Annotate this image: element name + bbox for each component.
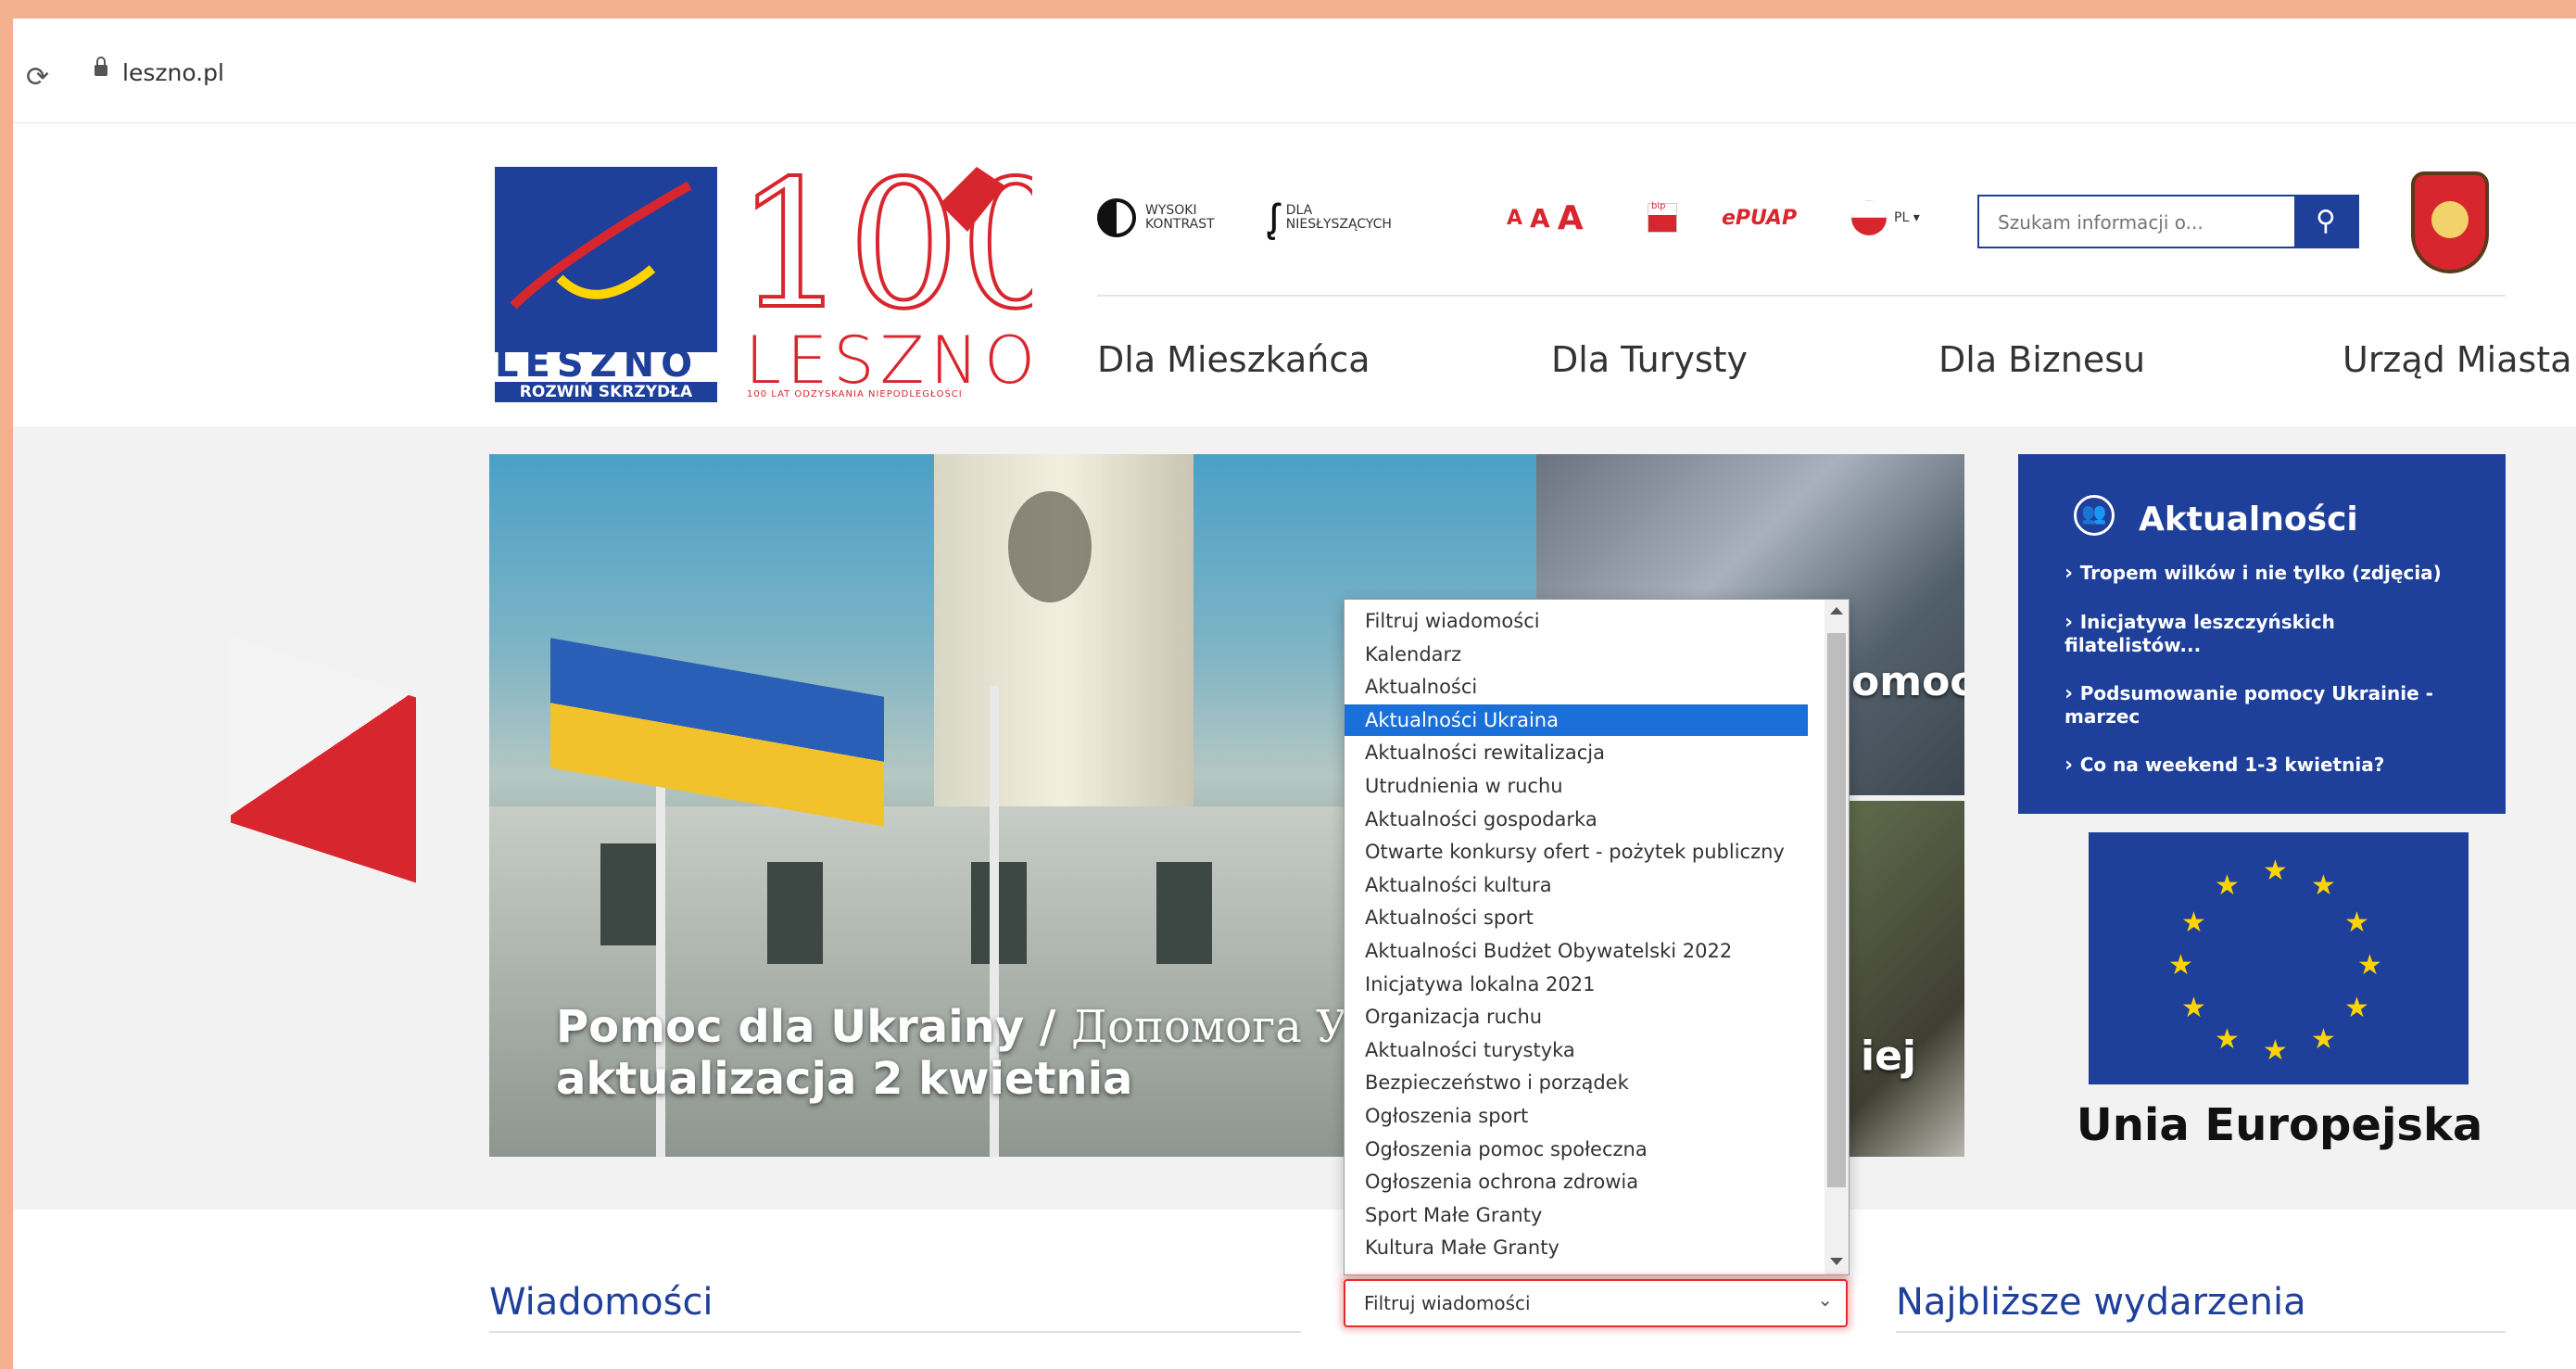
chevron-down-icon: ⌄ xyxy=(1817,1288,1833,1311)
font-size-large-button[interactable]: A xyxy=(1558,199,1584,237)
filter-option[interactable]: Aktualności rewitalizacja xyxy=(1345,737,1808,768)
filter-select[interactable]: Filtruj wiadomości ⌄ xyxy=(1344,1279,1848,1327)
epuap-link[interactable]: ePUAP xyxy=(1722,190,1797,246)
filter-dropdown-list[interactable]: Filtruj wiadomości Kalendarz Aktualności Ak… xyxy=(1344,599,1850,1275)
news-section-title: Wiadomości xyxy=(489,1281,713,1324)
leszno-100-subtitle: 100 LAT ODZYSKANIA NIEPODLEGŁOŚCI xyxy=(747,389,963,399)
search-input[interactable] xyxy=(1979,196,2315,248)
high-contrast-toggle[interactable]: WYSOKI KONTRAST xyxy=(1097,190,1215,246)
filter-option[interactable]: Aktualności Budżet Obywatelski 2022 xyxy=(1345,935,1808,967)
filter-option[interactable]: Otwarte konkursy ofert - pożytek publicz… xyxy=(1345,836,1808,868)
news-item[interactable]: Podsumowanie pomocy Ukrainie - marzec xyxy=(2065,682,2472,728)
filter-option[interactable]: Organizacja ruchu xyxy=(1345,1001,1808,1033)
nav-dla-turysty[interactable]: Dla Turysty xyxy=(1551,339,1748,380)
news-box-title[interactable]: Aktualności xyxy=(2139,501,2358,539)
deaf-line2: NIESŁYSZĄCYCH xyxy=(1285,217,1392,232)
eu-label: Unia Europejska xyxy=(2076,1099,2483,1151)
news-item[interactable]: Tropem wilków i nie tylko (zdjęcia) xyxy=(2065,562,2472,585)
nav-dla-biznesu[interactable]: Dla Biznesu xyxy=(1938,339,2145,380)
url-text[interactable]: leszno.pl xyxy=(122,59,224,86)
reload-icon[interactable]: ⟳ xyxy=(26,61,49,94)
scroll-thumb[interactable] xyxy=(1827,633,1846,1187)
news-list: Tropem wilków i nie tylko (zdjęcia) Inic… xyxy=(2065,562,2472,803)
news-item[interactable]: Inicjatywa leszczyńskich filatelistów... xyxy=(2065,611,2472,656)
filter-option[interactable]: Aktualności Ukraina xyxy=(1345,704,1808,736)
epuap-label: ePUAP xyxy=(1722,206,1798,230)
bip-link[interactable]: bip xyxy=(1648,190,1677,246)
contrast-line1: WYSOKI xyxy=(1145,203,1197,218)
news-item[interactable]: Co na weekend 1-3 kwietnia? xyxy=(2065,754,2472,777)
people-icon: 👥 xyxy=(2074,495,2115,536)
filter-option[interactable]: Aktualności gospodarka xyxy=(1345,804,1808,835)
leszno-100-logo[interactable]: 100 LESZNO 100 LAT ODZYSKANIA NIEPODLEGŁ… xyxy=(734,141,1074,399)
filter-option[interactable]: Aktualności kultura xyxy=(1345,869,1808,901)
address-bar[interactable]: ⟳ leszno.pl xyxy=(13,19,2576,123)
leszno-100-word: LESZNO xyxy=(745,323,1042,399)
filter-option[interactable]: Aktualności sport xyxy=(1345,902,1808,933)
filter-option[interactable]: Utrudnienia w ruchu xyxy=(1345,770,1808,802)
deaf-line1: DLA xyxy=(1285,203,1313,218)
poland-flag-icon xyxy=(1851,200,1887,235)
events-section-title: Najbliższe wydarzenia xyxy=(1896,1281,2306,1324)
deaf-access-link[interactable]: ᶘ DLA NIESŁYSZĄCYCH xyxy=(1269,190,1392,246)
filter-option[interactable]: Aktualności turystyka xyxy=(1345,1034,1808,1066)
filter-option[interactable]: Filtruj wiadomości xyxy=(1345,605,1808,637)
filter-option[interactable]: Kultura Małe Granty xyxy=(1345,1232,1808,1263)
contrast-line2: KONTRAST xyxy=(1145,217,1215,232)
leszno-logo-tagline: ROZWIŃ SKRZYDŁA xyxy=(495,382,717,402)
filter-option[interactable]: Bezpieczeństwo i porządek xyxy=(1345,1067,1808,1098)
filter-option[interactable]: Sport Małe Granty xyxy=(1345,1199,1808,1231)
language-selector[interactable]: PL ▾ xyxy=(1851,190,1920,246)
eu-flag-icon[interactable]: ★ ★ ★ ★ ★ ★ ★ ★ ★ ★ ★ ★ xyxy=(2089,832,2469,1084)
leszno-logo-emblem xyxy=(495,167,717,352)
filter-option[interactable]: Ogłoszenia ochrona zdrowia xyxy=(1345,1166,1808,1198)
hero-title-line2: aktualizacja 2 kwietnia xyxy=(556,1053,1133,1105)
coat-of-arms-icon[interactable] xyxy=(2411,171,2489,273)
featured-tile-1-title: omocy xyxy=(1851,658,1964,705)
search-form: ⚲ xyxy=(1977,195,2359,248)
bip-label: bip xyxy=(1651,201,1666,211)
search-button[interactable]: ⚲ xyxy=(2294,196,2357,247)
bip-icon: bip xyxy=(1648,201,1677,233)
scroll-up-icon[interactable] xyxy=(1830,607,1843,615)
font-size-small-button[interactable]: A xyxy=(1507,207,1522,230)
contrast-icon xyxy=(1097,198,1136,237)
font-size-controls: A A A xyxy=(1507,190,1584,246)
anniversary-100-icon: 100 xyxy=(734,141,1074,349)
scroll-down-icon[interactable] xyxy=(1830,1258,1843,1265)
hero-title-latin: Pomoc dla Ukrainy / xyxy=(556,1001,1072,1053)
filter-option[interactable]: Kalendarz xyxy=(1345,639,1808,670)
dropdown-scrollbar[interactable] xyxy=(1825,600,1849,1274)
font-size-medium-button[interactable]: A xyxy=(1530,203,1550,234)
news-box: 👥 Aktualności Tropem wilków i nie tylko … xyxy=(2018,454,2506,814)
nav-urzad-miasta[interactable]: Urząd Miasta xyxy=(2342,339,2571,380)
filter-option[interactable]: Aktualności xyxy=(1345,671,1808,703)
filter-option[interactable]: Inicjatywa lokalna 2021 xyxy=(1345,969,1808,1000)
language-label: PL ▾ xyxy=(1894,210,1920,225)
clock-image xyxy=(1008,491,1092,602)
leszno-logo[interactable]: LESZNO ROZWIŃ SKRZYDŁA xyxy=(495,148,717,402)
ear-icon: ᶘ xyxy=(1269,194,1279,242)
search-icon: ⚲ xyxy=(2316,205,2336,237)
nav-dla-mieszkanca[interactable]: Dla Mieszkańca xyxy=(1097,339,1370,380)
browser-viewport: ⟳ leszno.pl LESZNO ROZWIŃ SKRZYDŁA 100 L… xyxy=(13,19,2576,1369)
featured-tile-2-title: iej xyxy=(1861,1033,1917,1080)
filter-select-value: Filtruj wiadomości xyxy=(1364,1292,1531,1314)
filter-option[interactable]: Ogłoszenia pomoc społeczna xyxy=(1345,1134,1808,1165)
header-divider xyxy=(1097,295,2506,297)
leszno-logo-word: LESZNO xyxy=(495,343,700,386)
lock-icon xyxy=(95,57,107,76)
filter-option[interactable]: Ogłoszenia sport xyxy=(1345,1100,1808,1132)
